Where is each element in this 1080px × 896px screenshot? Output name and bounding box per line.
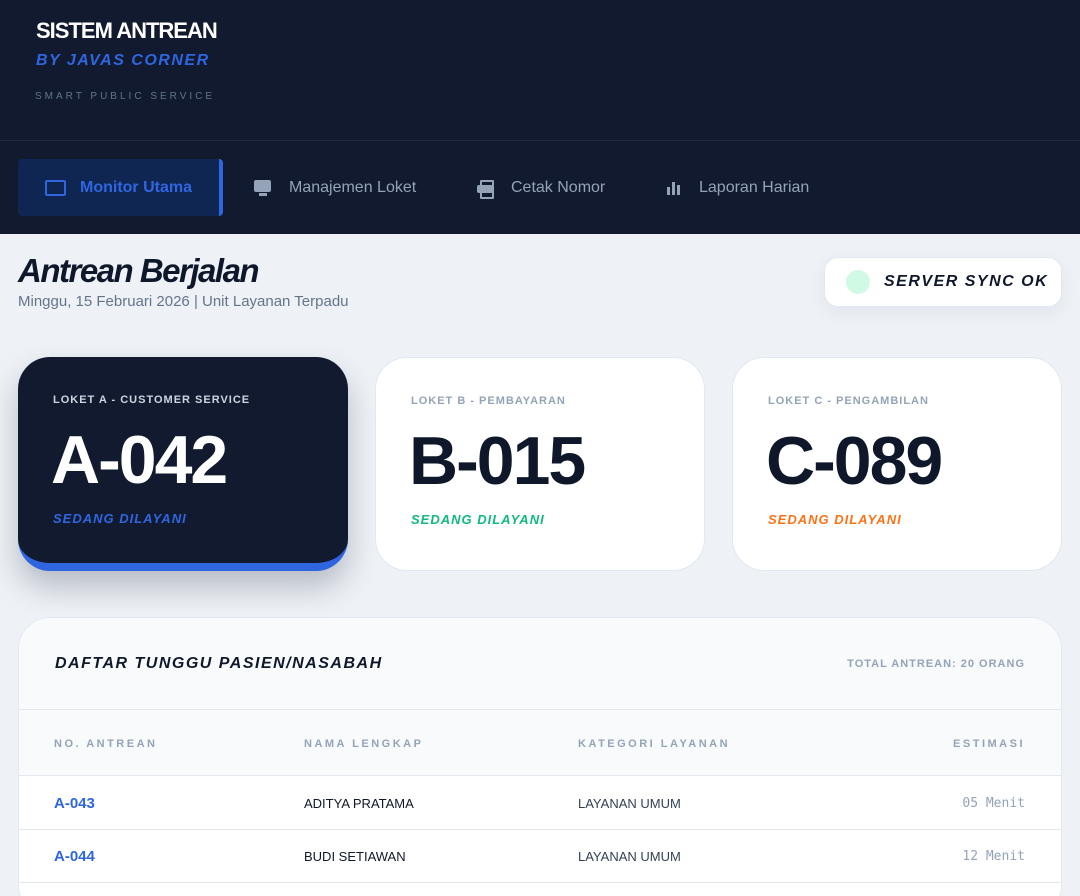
counter-number: C-089	[766, 423, 943, 499]
main-nav: Monitor Utama Manajemen Loket Cetak Nomo…	[0, 141, 1080, 234]
bar-chart-icon	[663, 178, 683, 198]
nav-item-cetak-nomor[interactable]: Cetak Nomor	[475, 159, 605, 216]
queue-total: TOTAL ANTREAN: 20 ORANG	[847, 658, 1025, 670]
estimated-time: 05 Menit	[962, 796, 1025, 811]
counter-label: LOKET C - PENGAMBILAN	[768, 395, 929, 407]
page-subtitle: Minggu, 15 Februari 2026 | Unit Layanan …	[18, 293, 349, 310]
nav-item-laporan-harian[interactable]: Laporan Harian	[663, 159, 809, 216]
nav-item-monitor-utama[interactable]: Monitor Utama	[18, 159, 223, 216]
queue-table-card: DAFTAR TUNGGU PASIEN/NASABAH TOTAL ANTRE…	[18, 617, 1062, 896]
nav-item-label: Monitor Utama	[80, 178, 192, 196]
service-category: LAYANAN UMUM	[578, 849, 681, 864]
service-category: LAYANAN UMUM	[578, 796, 681, 811]
column-header-eta: ESTIMASI	[953, 738, 1025, 750]
app-header: SISTEM ANTREAN BY JAVAS CORNER SMART PUB…	[0, 0, 1080, 141]
counter-card-a: LOKET A - CUSTOMER SERVICE A-042 SEDANG …	[18, 357, 348, 571]
counter-card-b: LOKET B - PEMBAYARAN B-015 SEDANG DILAYA…	[375, 357, 705, 571]
table-row	[19, 883, 1061, 896]
page-title: Antrean Berjalan	[18, 252, 260, 289]
queue-number: A-043	[54, 795, 95, 812]
queue-number: A-044	[54, 848, 95, 865]
counter-label: LOKET A - CUSTOMER SERVICE	[53, 394, 251, 406]
server-sync-badge: SERVER SYNC OK	[824, 257, 1062, 307]
monitor-icon	[44, 178, 66, 198]
column-header-category: KATEGORI LAYANAN	[578, 738, 731, 750]
customer-name: ADITYA PRATAMA	[304, 796, 414, 811]
counter-status: SEDANG DILAYANI	[53, 511, 187, 526]
printer-icon	[475, 178, 495, 199]
nav-item-label: Manajemen Loket	[289, 178, 417, 196]
customer-name: BUDI SETIAWAN	[304, 849, 406, 864]
brand-subtitle: BY JAVAS CORNER	[36, 52, 210, 69]
column-header-name: NAMA LENGKAP	[304, 738, 424, 750]
sync-status-label: SERVER SYNC OK	[884, 273, 1049, 290]
counter-number: B-015	[409, 423, 586, 499]
queue-title: DAFTAR TUNGGU PASIEN/NASABAH	[55, 655, 383, 672]
column-header-no: NO. ANTREAN	[54, 738, 158, 750]
counter-status: SEDANG DILAYANI	[411, 512, 545, 527]
estimated-time: 12 Menit	[962, 849, 1025, 864]
table-row[interactable]: A-044 BUDI SETIAWAN LAYANAN UMUM 12 Meni…	[19, 830, 1061, 883]
table-row[interactable]: A-043 ADITYA PRATAMA LAYANAN UMUM 05 Men…	[19, 777, 1061, 830]
brand-tagline: SMART PUBLIC SERVICE	[35, 91, 216, 102]
counter-status: SEDANG DILAYANI	[768, 512, 902, 527]
desktop-icon	[253, 178, 273, 198]
nav-item-manajemen-loket[interactable]: Manajemen Loket	[253, 159, 416, 216]
brand-title: SISTEM ANTREAN	[36, 18, 218, 43]
counter-card-c: LOKET C - PENGAMBILAN C-089 SEDANG DILAY…	[732, 357, 1062, 571]
nav-item-label: Cetak Nomor	[511, 178, 606, 196]
table-header-row: NO. ANTREAN NAMA LENGKAP KATEGORI LAYANA…	[19, 710, 1061, 776]
status-dot-icon	[846, 270, 870, 294]
nav-item-label: Laporan Harian	[699, 178, 810, 196]
counter-number: A-042	[51, 422, 228, 498]
counter-label: LOKET B - PEMBAYARAN	[411, 395, 566, 407]
queue-table-header: DAFTAR TUNGGU PASIEN/NASABAH TOTAL ANTRE…	[19, 618, 1061, 710]
